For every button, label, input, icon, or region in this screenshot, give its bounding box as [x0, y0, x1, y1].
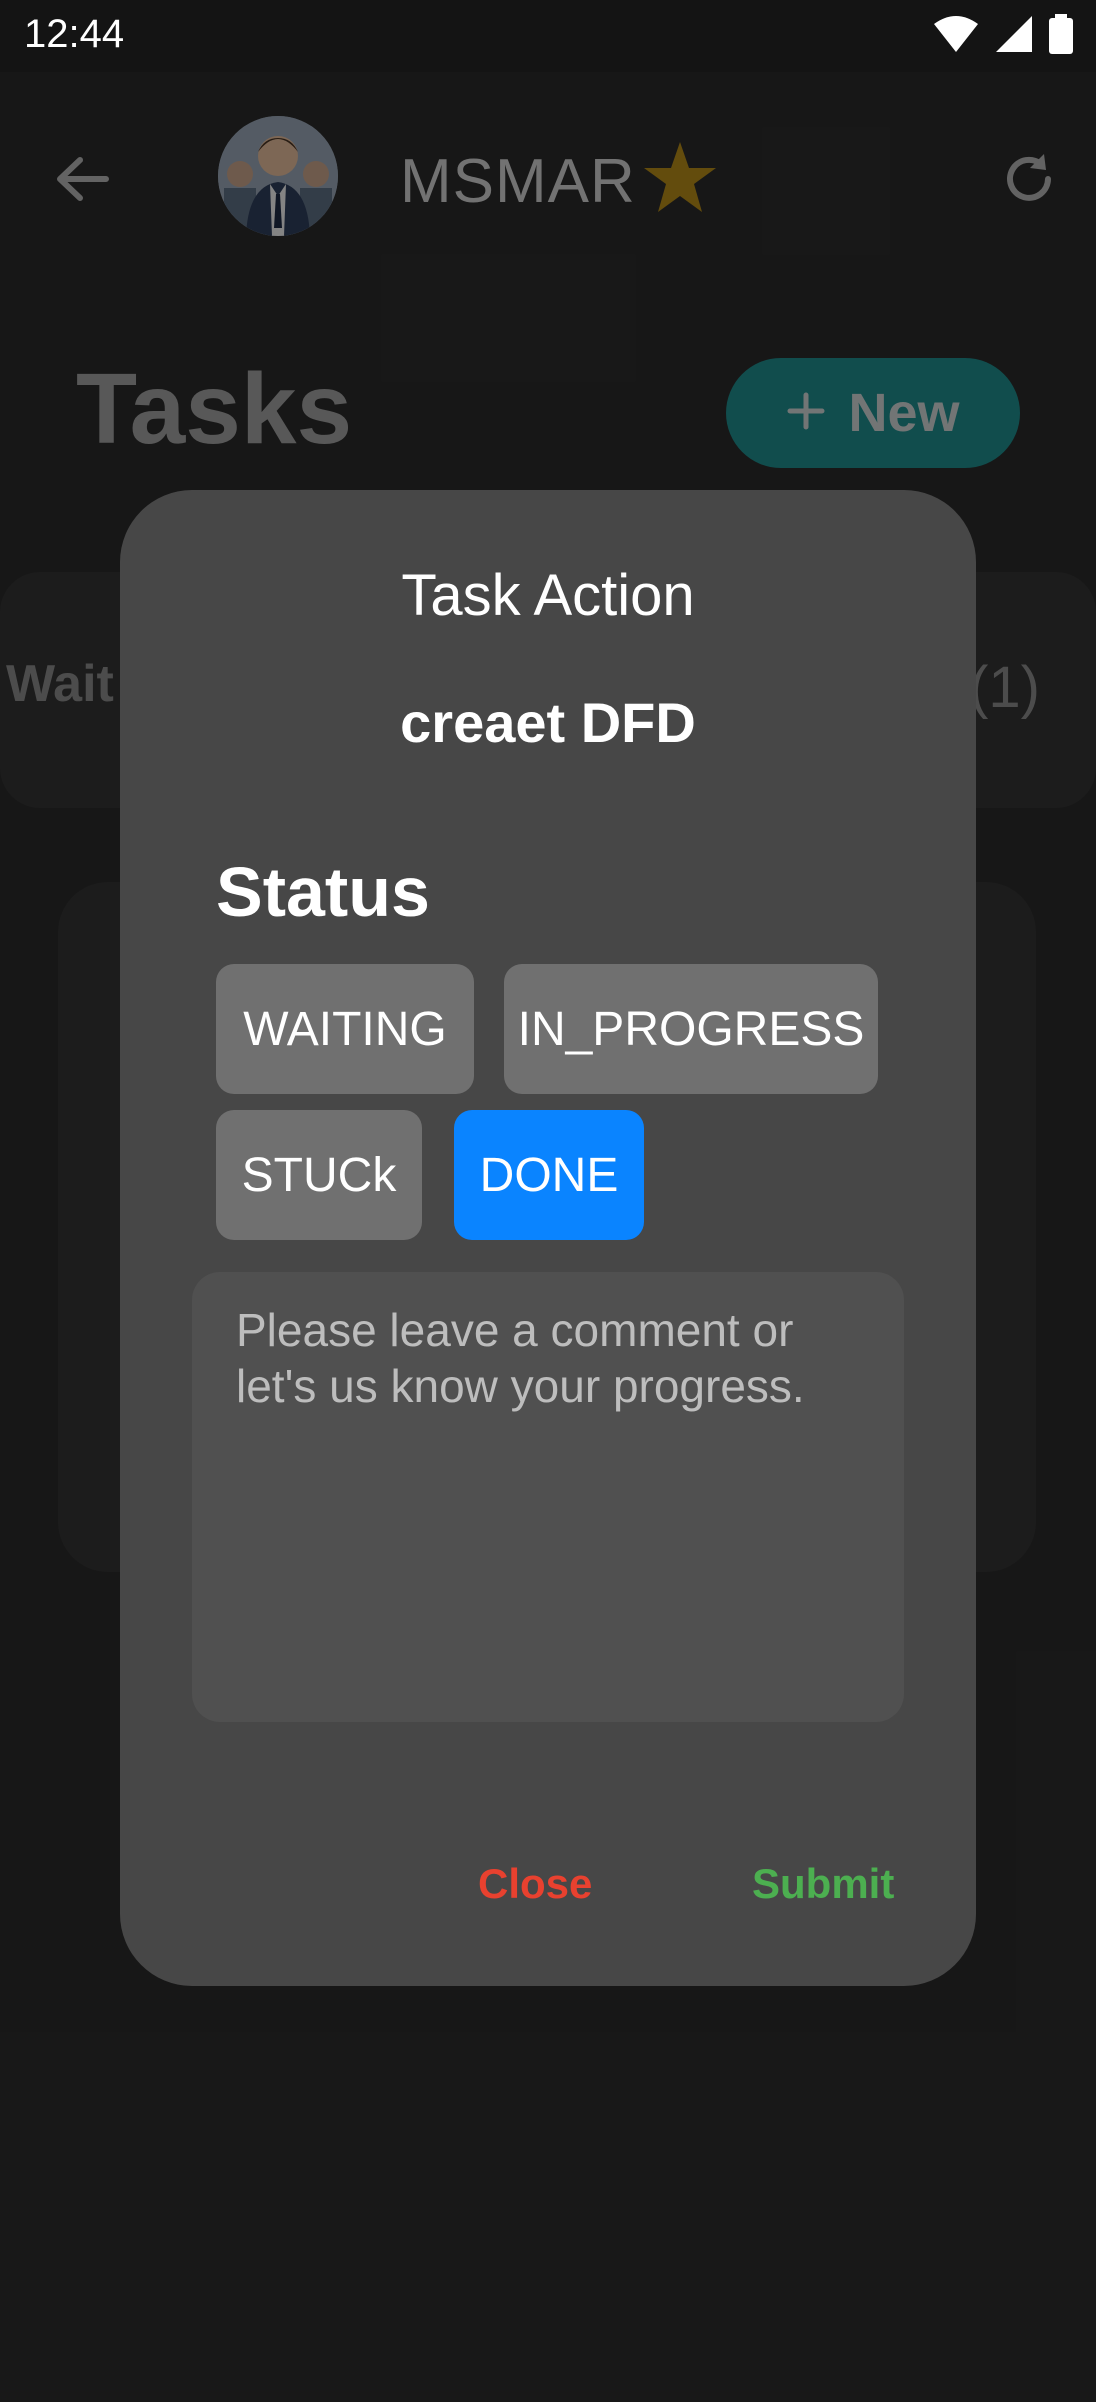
close-button[interactable]: Close [478, 1860, 592, 1908]
status-chip-in-progress[interactable]: IN_PROGRESS [504, 964, 878, 1094]
status-chip-done[interactable]: DONE [454, 1110, 644, 1240]
comment-input[interactable] [192, 1272, 904, 1722]
task-action-dialog: Task Action creaet DFD Status WAITING IN… [120, 490, 976, 1986]
status-chip-waiting[interactable]: WAITING [216, 964, 474, 1094]
status-heading: Status [216, 853, 430, 931]
task-name: creaet DFD [400, 691, 696, 754]
status-time: 12:44 [24, 12, 125, 56]
submit-button[interactable]: Submit [752, 1860, 894, 1908]
battery-icon [1048, 14, 1074, 59]
status-chip-stuck[interactable]: STUCk [216, 1110, 422, 1240]
status-bar: 12:44 [0, 0, 1096, 72]
system-icons [932, 14, 1074, 59]
dialog-title: Task Action [401, 563, 695, 628]
wifi-icon [932, 14, 980, 59]
signal-icon [994, 14, 1034, 59]
